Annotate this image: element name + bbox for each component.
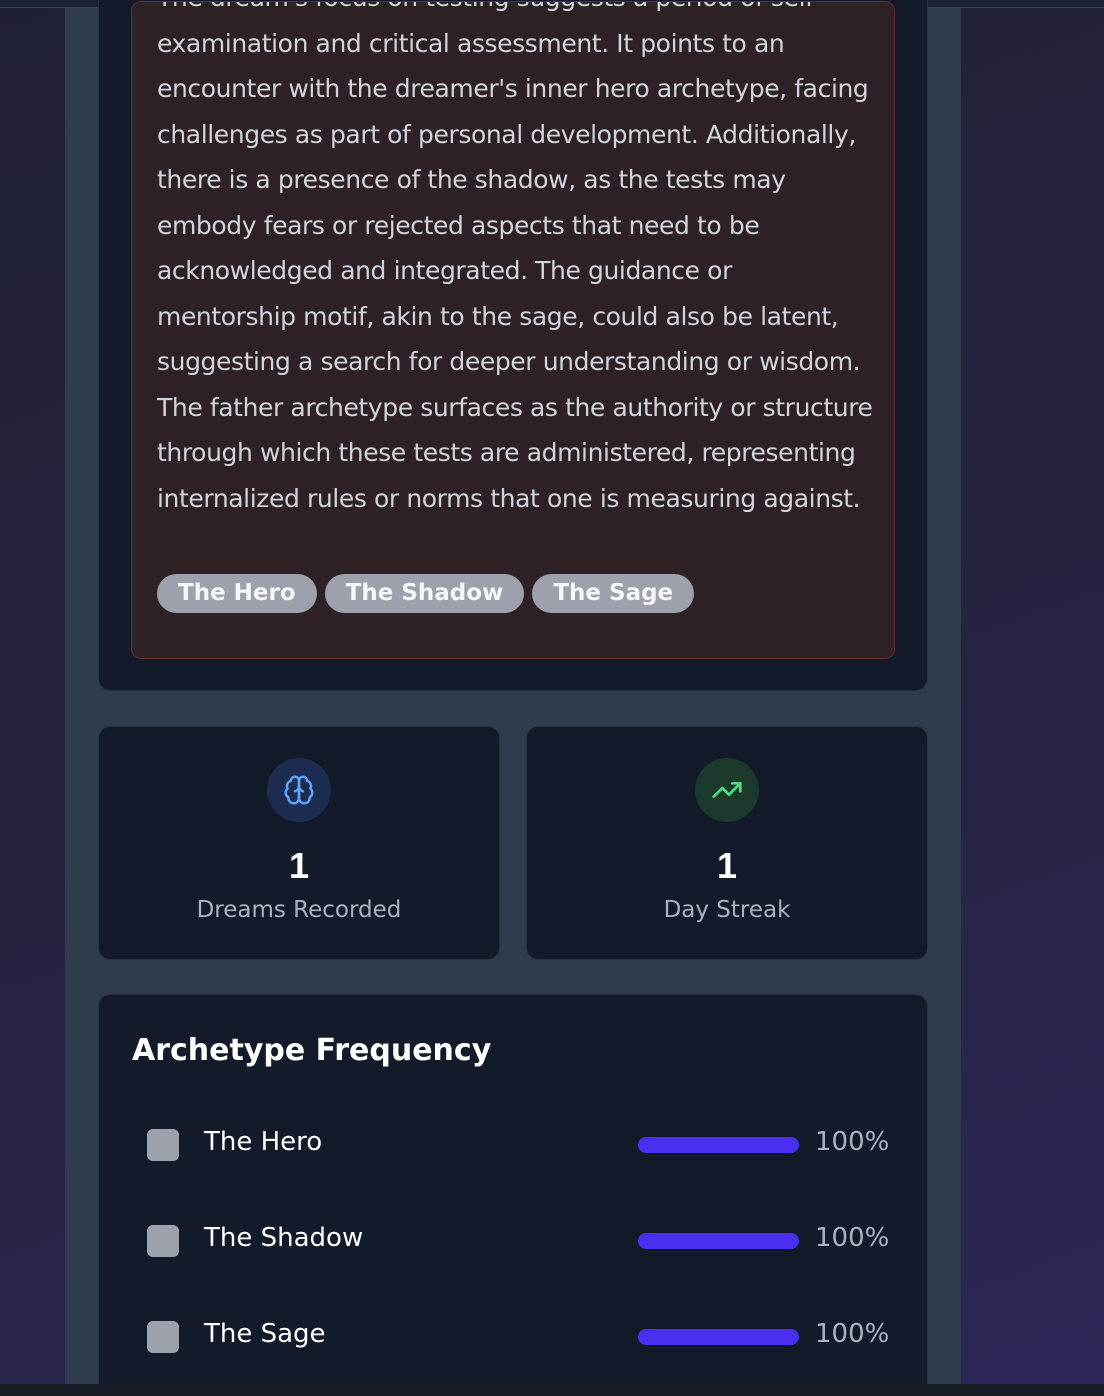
frequency-percent: 100%: [815, 1127, 890, 1157]
frequency-bar-fill: [638, 1233, 799, 1249]
frequency-bar-track: [638, 1137, 799, 1153]
interpretation-text: The dream's focus on testing suggests a …: [157, 2, 873, 513]
dreams-recorded-value: 1: [288, 845, 310, 886]
frequency-bar-track: [638, 1329, 799, 1345]
brain-icon: [267, 758, 331, 822]
archetype-tags: The Hero The Shadow The Sage: [157, 574, 695, 613]
frequency-bar-fill: [638, 1137, 799, 1153]
frequency-row: The Sage 100%: [147, 1317, 891, 1357]
day-streak-label: Day Streak: [663, 897, 791, 923]
archetype-tag: The Sage: [532, 574, 695, 613]
frequency-bar-track: [638, 1233, 799, 1249]
frequency-bar-fill: [638, 1329, 799, 1345]
frequency-row: The Shadow 100%: [147, 1221, 891, 1261]
dream-interpretation-card: The dream's focus on testing suggests a …: [98, 0, 928, 691]
archetype-frequency-title: Archetype Frequency: [132, 1033, 492, 1068]
dreams-recorded-card: 1 Dreams Recorded: [98, 726, 500, 960]
frequency-percent: 100%: [815, 1223, 890, 1253]
day-streak-value: 1: [716, 845, 738, 886]
dreams-recorded-label: Dreams Recorded: [196, 897, 402, 923]
archetype-name: The Hero: [204, 1127, 323, 1157]
interpretation-box: The dream's focus on testing suggests a …: [131, 1, 895, 659]
day-streak-card: 1 Day Streak: [526, 726, 928, 960]
window-bottom-edge: [0, 1384, 1104, 1396]
trending-up-icon: [695, 758, 759, 822]
main-column[interactable]: The dream's focus on testing suggests a …: [65, 0, 961, 1396]
archetype-name: The Sage: [204, 1319, 326, 1349]
archetype-frequency-card: Archetype Frequency The Hero 100% The Sh…: [98, 994, 928, 1396]
frequency-row: The Hero 100%: [147, 1125, 891, 1165]
archetype-tag: The Shadow: [324, 574, 525, 613]
frequency-percent: 100%: [815, 1319, 890, 1349]
archetype-color-swatch: [147, 1321, 179, 1353]
archetype-name: The Shadow: [204, 1223, 364, 1253]
archetype-tag: The Hero: [157, 574, 317, 613]
archetype-color-swatch: [147, 1225, 179, 1257]
archetype-color-swatch: [147, 1129, 179, 1161]
